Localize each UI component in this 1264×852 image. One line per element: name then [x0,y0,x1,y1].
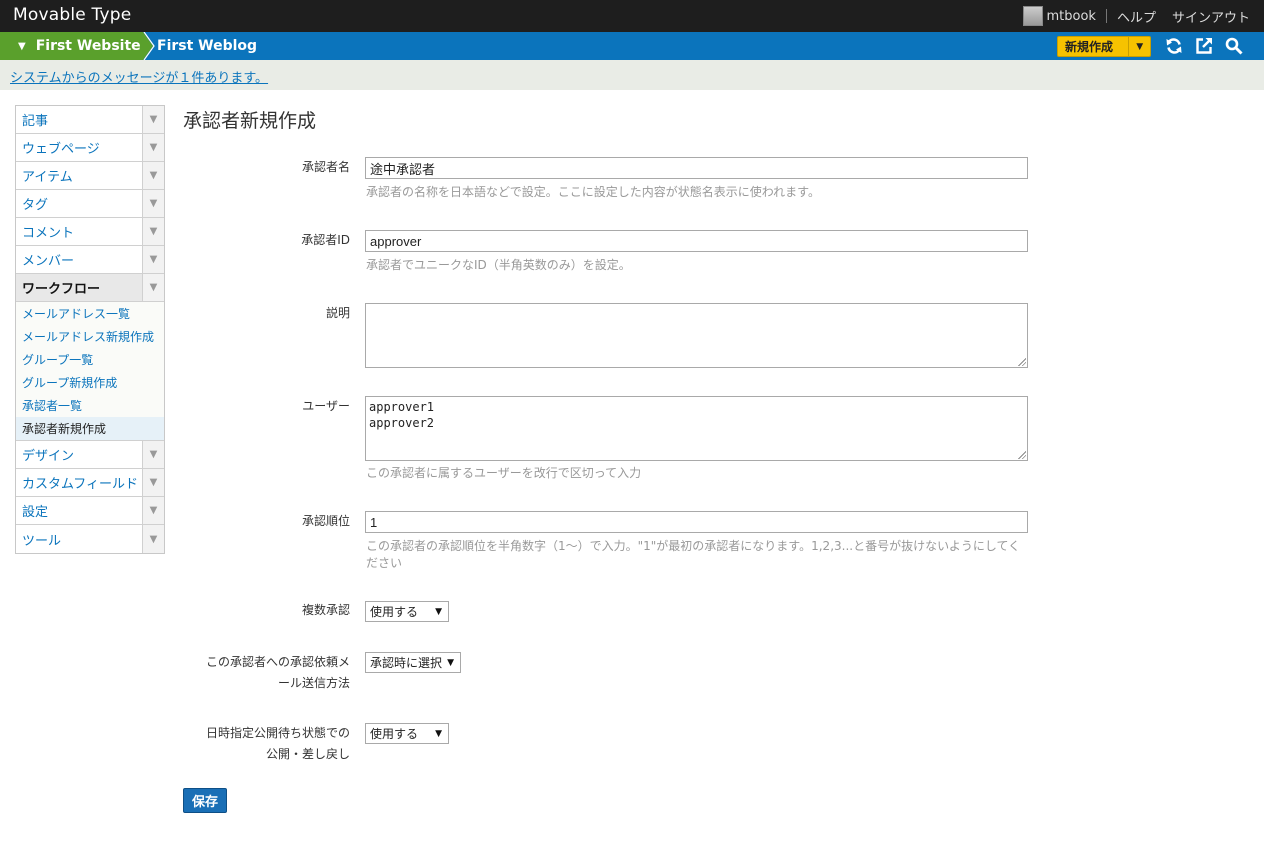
submenu-item-mail-new[interactable]: メールアドレス新規作成 [16,325,164,348]
sidebar-item-label: 設定 [22,505,49,520]
sidebar-item-label: 記事 [22,114,49,129]
external-link-icon[interactable] [1195,37,1213,55]
scheduled-publish-label-line1: 日時指定公開待ち状態での [205,726,350,740]
system-message-link[interactable]: システムからのメッセージが１件あります。 [10,67,268,86]
scheduled-publish-label-line2: 公開・差し戻し [265,747,350,761]
resize-handle-icon[interactable] [1018,358,1026,366]
caret-down-icon[interactable]: ▼ [142,497,164,524]
sidebar-item-tools[interactable]: ツール ▼ [16,525,164,553]
sidebar-item-label: デザイン [22,449,75,464]
multi-approval-label: 複数承認 [301,603,350,617]
new-entry-button[interactable]: 新規作成 ▼ [1057,36,1151,57]
users-textarea[interactable]: approver1 approver2 [365,396,1028,461]
sidebar-item-customfields[interactable]: カスタムフィールド ▼ [16,469,164,497]
approver-name-input[interactable] [365,157,1028,179]
sidebar-item-assets[interactable]: アイテム ▼ [16,162,164,190]
workflow-submenu: メールアドレス一覧 メールアドレス新規作成 グループ一覧 グループ新規作成 承認… [16,302,164,441]
submenu-item-approver-new[interactable]: 承認者新規作成 [16,417,164,440]
scheduled-publish-select[interactable]: 使用する ▼ [365,723,449,744]
caret-down-icon[interactable]: ▼ [142,274,164,301]
caret-down-icon[interactable]: ▼ [142,106,164,133]
top-bar: Movable Type mtbook ヘルプ サインアウト [0,0,1264,32]
user-area: mtbook ヘルプ サインアウト [1022,0,1250,32]
mail-method-label: この承認者への承認依頼メ ール送信方法 [185,652,350,694]
approver-id-input[interactable] [365,230,1028,252]
sidebar-item-label: アイテム [22,170,73,185]
caret-down-icon: ▼ [18,40,26,52]
sidebar-item-entries[interactable]: 記事 ▼ [16,106,164,134]
sidebar-item-comments[interactable]: コメント ▼ [16,218,164,246]
caret-down-icon[interactable]: ▼ [142,441,164,468]
caret-down-icon[interactable]: ▼ [142,525,164,553]
signout-link[interactable]: サインアウト [1172,7,1250,26]
system-message-bar: システムからのメッセージが１件あります。 [0,60,1264,90]
submenu-item-group-new[interactable]: グループ新規作成 [16,371,164,394]
site-bar: ▼ First Website First Weblog 新規作成 ▼ [0,32,1264,60]
sidebar-item-members[interactable]: メンバー ▼ [16,246,164,274]
website-name: First Website [35,38,141,54]
sidebar-item-settings[interactable]: 設定 ▼ [16,497,164,525]
mail-method-label-line2: ール送信方法 [277,676,350,690]
caret-down-icon[interactable]: ▼ [142,246,164,273]
caret-down-icon: ▼ [447,657,454,668]
submenu-item-group-list[interactable]: グループ一覧 [16,348,164,371]
order-label: 承認順位 [301,514,350,528]
caret-down-icon[interactable]: ▼ [142,162,164,189]
scheduled-publish-value: 使用する [370,727,419,741]
sidebar-item-workflow[interactable]: ワークフロー ▼ [16,274,164,302]
weblog-link[interactable]: First Weblog [157,32,257,60]
approver-id-label: 承認者ID [301,233,350,247]
sidebar-item-label: ワークフロー [22,282,101,297]
multi-approval-select[interactable]: 使用する ▼ [365,601,449,622]
caret-down-icon[interactable]: ▼ [142,190,164,217]
sidebar-item-label: カスタムフィールド [22,477,138,492]
order-hint: この承認者の承認順位を半角数字（1〜）で入力。"1"が最初の承認者になります。1… [366,539,1021,570]
description-textarea[interactable] [365,303,1028,368]
scheduled-publish-label: 日時指定公開待ち状態での 公開・差し戻し [185,723,350,765]
user-name-link[interactable]: mtbook [1047,9,1096,24]
caret-down-icon[interactable]: ▼ [142,134,164,161]
help-link[interactable]: ヘルプ [1117,7,1156,26]
users-label: ユーザー [302,399,350,413]
website-switcher[interactable]: ▼ First Website [0,32,153,60]
users-hint: この承認者に属するユーザーを改行で区切って入力 [366,466,642,480]
search-icon[interactable] [1225,37,1243,55]
user-avatar-icon[interactable] [1022,6,1043,26]
page-title: 承認者新規作成 [183,110,317,132]
divider [1105,9,1107,23]
order-input[interactable] [365,511,1028,533]
mail-method-value: 承認時に選択 [370,656,443,670]
sidebar-item-label: コメント [22,226,75,241]
sidebar-item-label: ウェブページ [22,142,100,157]
save-button[interactable]: 保存 [183,788,227,813]
sidebar-menu: 記事 ▼ ウェブページ ▼ アイテム ▼ タグ ▼ コメント ▼ メンバー ▼ ワークフロー… [15,105,165,554]
approver-id-hint: 承認者でユニークなID（半角英数のみ）を設定。 [366,258,631,272]
sidebar-item-label: ツール [22,533,62,549]
caret-down-icon: ▼ [435,606,442,617]
mail-method-label-line1: この承認者への承認依頼メ [205,655,350,669]
mail-method-select[interactable]: 承認時に選択 ▼ [365,652,461,673]
caret-down-icon: ▼ [435,728,442,739]
caret-down-icon[interactable]: ▼ [1128,37,1150,56]
app-logo[interactable]: Movable Type [13,5,131,25]
caret-down-icon[interactable]: ▼ [142,218,164,245]
sidebar-item-label: メンバー [22,254,75,269]
approver-name-label: 承認者名 [301,160,350,174]
multi-approval-value: 使用する [370,605,419,619]
breadcrumb-separator-icon [143,32,155,60]
submenu-item-mail-list[interactable]: メールアドレス一覧 [16,302,164,325]
caret-down-icon[interactable]: ▼ [142,469,164,496]
submenu-item-approver-list[interactable]: 承認者一覧 [16,394,164,417]
refresh-icon[interactable] [1165,37,1183,55]
description-label: 説明 [325,306,350,320]
new-entry-label: 新規作成 [1065,40,1114,54]
sidebar-item-tags[interactable]: タグ ▼ [16,190,164,218]
sidebar-item-label: タグ [22,198,49,213]
sidebar-item-pages[interactable]: ウェブページ ▼ [16,134,164,162]
resize-handle-icon[interactable] [1018,451,1026,459]
approver-name-hint: 承認者の名称を日本語などで設定。ここに設定した内容が状態名表示に使われます。 [366,185,820,199]
sidebar-item-design[interactable]: デザイン ▼ [16,441,164,469]
